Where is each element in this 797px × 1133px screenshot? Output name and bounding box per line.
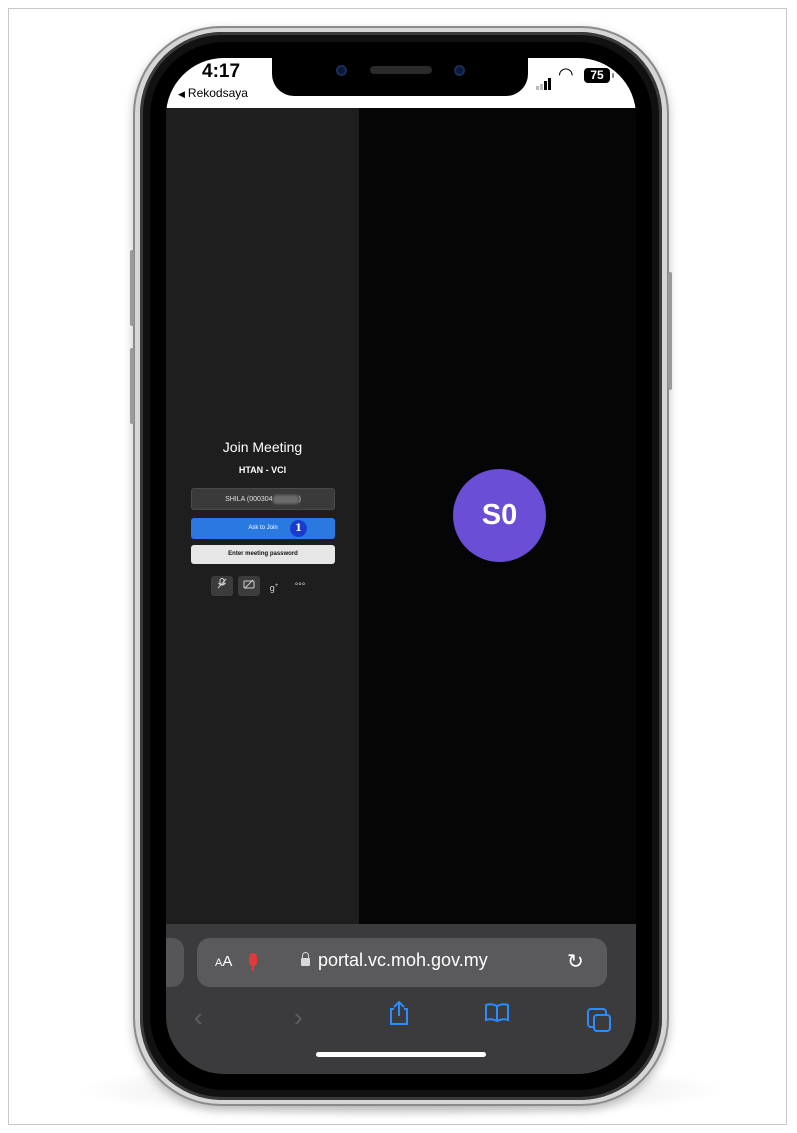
text-size-button[interactable]: AA	[215, 953, 232, 970]
microphone-in-use-icon	[249, 953, 257, 971]
camera-off-icon[interactable]	[238, 576, 260, 596]
front-camera-icon	[454, 65, 465, 76]
text-size-large: A	[222, 953, 233, 970]
back-icon[interactable]: ‹	[194, 1002, 203, 1033]
join-meeting-title: Join Meeting	[222, 439, 303, 455]
notch	[272, 58, 528, 96]
previous-tab-stub[interactable]	[166, 938, 184, 987]
add-person-icon[interactable]: g+	[265, 576, 283, 596]
ask-to-join-button[interactable]: Ask to Join	[191, 518, 335, 539]
volume-up-button	[130, 250, 134, 326]
mic-muted-icon[interactable]	[211, 576, 233, 596]
tabs-icon[interactable]	[587, 1008, 611, 1032]
address-bar[interactable]: AA portal.vc.moh.gov.my ↻	[197, 938, 607, 987]
back-to-app-link[interactable]: ◀ Rekodsaya	[178, 86, 248, 100]
back-app-label: Rekodsaya	[187, 86, 248, 100]
power-button	[668, 272, 672, 390]
join-panel: Join Meeting HTAN - VCI SHILA (000304) A…	[166, 108, 359, 924]
more-icon[interactable]: °°°	[289, 576, 311, 596]
step-marker: 1	[290, 520, 307, 537]
display-name-value: SHILA (000304	[225, 496, 273, 503]
back-arrow-icon: ◀	[178, 89, 185, 99]
volume-down-button	[130, 348, 134, 424]
earpiece-speaker	[370, 66, 432, 74]
sensor-dot-icon	[336, 65, 347, 76]
share-icon[interactable]	[388, 1000, 410, 1033]
status-bar: 4:17 ◀ Rekodsaya ◠ 75	[166, 58, 636, 108]
wifi-icon: ◠	[558, 64, 574, 84]
safari-toolbar: AA portal.vc.moh.gov.my ↻ ‹ ›	[166, 924, 636, 1074]
enter-password-button[interactable]: Enter meeting password	[191, 545, 335, 564]
reload-icon[interactable]: ↻	[567, 949, 584, 974]
display-name-suffix: )	[298, 496, 301, 503]
redacted-digits	[272, 494, 299, 504]
url-text: portal.vc.moh.gov.my	[318, 950, 488, 970]
lock-icon	[301, 952, 310, 966]
battery-icon: 75	[584, 68, 610, 83]
ask-to-join-label: Ask to Join	[248, 525, 278, 531]
phone-screen: 4:17 ◀ Rekodsaya ◠ 75 Join Meeting HTAN -…	[166, 58, 636, 1074]
battery-tip	[612, 73, 614, 78]
home-indicator	[316, 1052, 486, 1057]
signal-icon	[536, 72, 552, 90]
forward-icon[interactable]: ›	[294, 1002, 303, 1033]
meeting-name: HTAN - VCI	[238, 465, 287, 475]
clock: 4:17	[202, 61, 241, 82]
display-name-field[interactable]: SHILA (000304)	[191, 488, 335, 510]
bookmarks-icon[interactable]	[484, 1002, 510, 1028]
avatar: S0	[453, 469, 546, 562]
